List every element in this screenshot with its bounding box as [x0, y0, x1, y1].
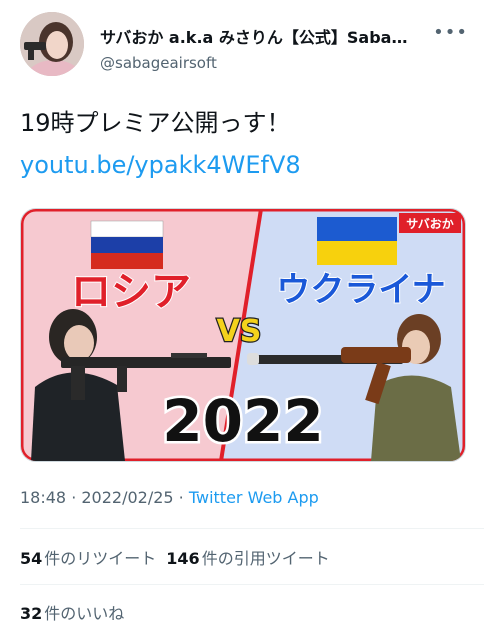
tweet-date[interactable]: 2022/02/25: [81, 488, 173, 507]
quotes-count: 146: [166, 549, 200, 568]
divider-top: [20, 528, 484, 529]
meta-separator: ·: [66, 488, 82, 507]
right-label: ウクライナ: [276, 270, 445, 310]
stats-row: 54 件のリツイート 146 件の引用ツイート: [20, 545, 340, 569]
media-thumbnail[interactable]: サバおか ロシア ウクライナ VS 2022: [20, 208, 466, 462]
retweets-stat[interactable]: 54 件のリツイート: [20, 545, 156, 569]
display-name[interactable]: サバおか a.k.a みさりん【公式】Saba…: [100, 24, 440, 48]
more-icon[interactable]: •••: [433, 22, 468, 43]
user-handle[interactable]: @sabageairsoft: [100, 54, 217, 72]
tweet-link[interactable]: youtu.be/ypakk4WEfV8: [20, 148, 301, 182]
thumbnail-image: サバおか ロシア ウクライナ VS 2022: [21, 209, 465, 461]
retweets-label: 件のリツイート: [44, 549, 157, 568]
divider-middle: [20, 584, 484, 585]
year-label: 2022: [162, 387, 323, 455]
tweet-header: サバおか a.k.a みさりん【公式】Saba… @sabageairsoft …: [20, 12, 470, 82]
retweets-count: 54: [20, 549, 43, 568]
likes-label: 件のいいね: [44, 604, 125, 623]
source-app-link[interactable]: Twitter Web App: [189, 488, 319, 507]
left-label: ロシア: [71, 269, 191, 315]
quotes-stat[interactable]: 146 件の引用ツイート: [166, 545, 329, 569]
tweet-text: 19時プレミア公開っす！: [20, 109, 291, 137]
russia-flag-icon: [90, 220, 164, 269]
likes-count: 32: [20, 604, 43, 623]
tweet-meta: 18:48 · 2022/02/25 · Twitter Web App: [20, 488, 319, 507]
meta-separator-2: ·: [173, 488, 189, 507]
likes-row: 32 件のいいね: [20, 600, 134, 624]
channel-badge: サバおか: [406, 217, 454, 231]
ukraine-flag-icon: [317, 217, 397, 265]
tweet-time[interactable]: 18:48: [20, 488, 66, 507]
likes-stat[interactable]: 32 件のいいね: [20, 600, 124, 624]
quotes-label: 件の引用ツイート: [201, 549, 330, 568]
avatar[interactable]: [20, 12, 84, 76]
vs-label: VS: [217, 314, 262, 349]
avatar-image: [20, 12, 84, 76]
